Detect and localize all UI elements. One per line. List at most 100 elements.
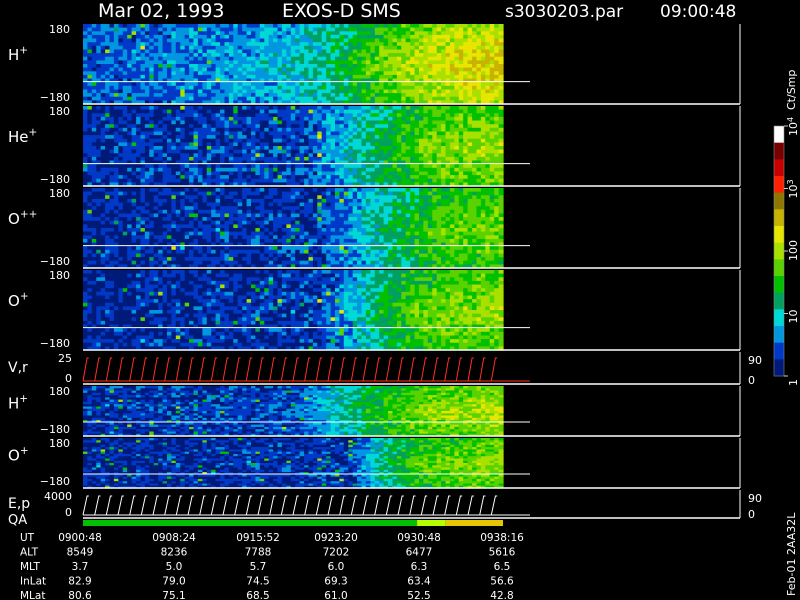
spectrogram-cell [131,42,137,47]
spectrogram-cell [189,257,195,262]
spectrogram-cell [87,124,93,129]
spectrogram-cell [410,74,416,80]
spectrogram-cell [330,96,336,101]
spectrogram-cell [463,24,469,29]
spectrogram-cell [410,131,416,136]
spectrogram-cell [281,167,287,172]
spectrogram-cell [335,45,340,50]
spectrogram-cell [321,64,327,69]
spectrogram-cell [180,85,186,90]
spectrogram-cell [96,124,102,129]
spectrogram-cell [348,146,354,151]
spectrogram-cell [489,149,495,154]
spectrogram-cell [268,67,274,72]
spectrogram-cell [193,56,199,61]
spectrogram-cell [494,56,500,61]
spectrogram-cell [246,31,252,36]
spectrogram-cell [118,202,124,207]
spectrogram-cell [197,195,203,200]
spectrogram-cell [251,127,256,132]
spectrogram-cell [467,64,473,69]
spectrogram-cell [202,224,208,229]
spectrogram-cell [197,202,203,207]
spectrogram-cell [105,67,111,72]
spectrogram-cell [357,127,363,132]
spectrogram-cell [365,24,371,29]
spectrogram-cell [113,142,119,147]
spectrogram-cell [268,38,274,43]
spectrogram-cell [228,82,234,87]
spectrogram-cell [202,131,208,136]
spectrogram-cell [91,127,97,132]
spectrogram-cell [140,146,146,151]
spectrogram-cell [100,138,106,143]
spectrogram-cell [321,38,327,43]
spectrogram-cell [189,42,195,47]
spectrogram-cell [410,67,416,72]
spectrogram-cell [228,257,234,262]
spectrogram-cell [480,175,486,180]
spectrogram-cell [467,38,473,43]
spectrogram-cell [423,89,429,94]
spectrogram-cell [352,24,358,29]
spectrogram-cell [396,53,402,58]
spectrogram-cell [180,195,186,200]
spectrogram-cell [472,142,478,147]
spectrogram-cell [480,93,486,98]
spectrogram-cell [494,127,500,132]
spectrogram-cell [489,138,495,143]
spectrogram-cell [268,131,274,136]
spectrogram-cell [149,167,155,172]
spectrogram-cell [91,235,97,240]
spectrogram-cell [131,238,137,244]
spectrogram-cell [206,156,212,162]
spectrogram-cell [233,64,239,69]
spectrogram-cell [122,71,128,76]
spectrogram-cell [220,209,226,214]
spectrogram-cell [131,257,137,262]
spectrogram-cell [348,153,354,158]
spectrogram-cell [312,153,318,158]
spectrogram-cell [308,85,314,90]
spectrogram-cell [405,124,411,129]
spectrogram-cell [388,135,394,140]
spectrogram-cell [197,106,203,111]
spectrogram-cell [113,191,119,196]
spectrogram-cell [113,195,119,200]
spectrogram-cell [264,34,270,40]
spectrogram-cell [105,167,111,172]
spectrogram-cell [184,45,190,50]
spectrogram-cell [149,24,155,29]
spectrogram-cell [374,89,380,94]
spectrogram-cell [197,188,203,193]
spectrogram-cell [308,146,314,151]
spectrogram-cell [335,106,340,111]
spectrogram-cell [357,82,363,87]
spectrogram-cell [122,34,128,40]
spectrogram-cell [454,146,460,151]
spectrogram-cell [197,167,203,172]
spectrogram-cell [485,31,491,36]
spectrogram-cell [405,120,411,125]
spectrogram-cell [423,93,429,98]
spectrogram-cell [180,71,186,76]
spectrogram-cell [374,131,380,136]
spectrogram-cell [480,34,486,40]
spectrogram-cell [326,127,332,132]
spectrogram-cell [91,146,97,151]
spectrogram-cell [91,213,97,218]
spectrogram-cell [259,156,265,162]
spectrogram-cell [370,106,376,111]
spectrogram-cell [228,127,234,132]
spectrogram-cell [127,135,133,140]
spectrogram-cell [136,217,142,222]
spectrogram-cell [419,45,424,50]
spectrogram-cell [472,124,478,129]
spectrogram-cell [312,60,318,65]
spectrogram-cell [441,113,447,118]
spectrogram-cell [414,71,420,76]
spectrogram-cell [220,106,226,111]
spectrogram-cell [215,209,221,214]
spectrogram-cell [405,24,411,29]
spectrogram-cell [370,149,376,154]
